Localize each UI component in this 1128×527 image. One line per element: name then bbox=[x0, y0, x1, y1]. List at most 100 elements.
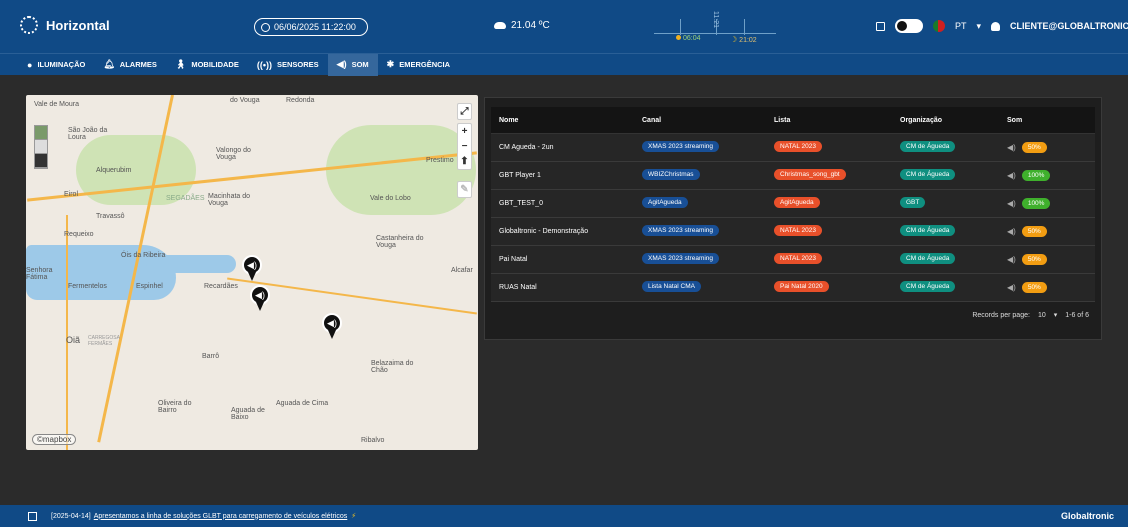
datetime-text: 06/06/2025 11:22:00 bbox=[274, 22, 356, 32]
portugal-flag-icon[interactable] bbox=[933, 20, 945, 32]
chevron-down-icon[interactable]: ▾ bbox=[1054, 311, 1058, 319]
marker-tip bbox=[248, 272, 256, 281]
marker-tip bbox=[328, 330, 336, 339]
map-place-label: Vale de Moura bbox=[34, 101, 80, 108]
chevron-down-icon[interactable]: ▾ bbox=[977, 21, 982, 32]
volume-badge[interactable]: 100% bbox=[1021, 198, 1051, 209]
table-row[interactable]: GBT_TEST_0 AgitAgueda AgitAgueda GBT ◀) 1… bbox=[491, 190, 1095, 218]
tab-iluminacao[interactable]: ● ILUMINAÇÃO bbox=[18, 54, 94, 76]
table-row[interactable]: RUAS Natal Lista Natal CMA Pai Natal 202… bbox=[491, 274, 1095, 302]
current-time-mark: 11:21 bbox=[712, 11, 719, 28]
column-header-organizacao[interactable]: Organização bbox=[900, 117, 1007, 124]
satellite-layer-button[interactable] bbox=[35, 126, 47, 140]
tab-mobilidade[interactable]: 🚶︎ MOBILIDADE bbox=[166, 54, 248, 76]
map-place-label: SEGADÃES bbox=[166, 195, 205, 202]
tab-alarmes[interactable]: 🔔︎ ALARMES bbox=[94, 54, 166, 76]
sunrise-tick bbox=[680, 19, 681, 35]
theme-toggle[interactable] bbox=[895, 19, 923, 33]
brand[interactable]: Horizontal bbox=[20, 16, 110, 34]
tab-label: SOM bbox=[351, 60, 369, 69]
sunrise-time: 06:04 bbox=[676, 35, 701, 42]
dark-layer-button[interactable] bbox=[35, 154, 47, 168]
tab-label: MOBILIDADE bbox=[191, 60, 239, 69]
map-place-label: Óis da Ribeira bbox=[121, 252, 166, 259]
lista-chip: AgitAgueda bbox=[774, 197, 820, 208]
user-menu[interactable]: CLIENTE@GLOBALTRONIC.PT bbox=[1010, 21, 1128, 31]
column-header-nome[interactable]: Nome bbox=[499, 117, 642, 124]
map-place-label: Prestimo bbox=[426, 157, 454, 164]
sunset-label: 21:02 bbox=[739, 37, 757, 44]
tab-sensores[interactable]: ((•)) SENSORES bbox=[248, 54, 328, 76]
volume-badge[interactable]: 50% bbox=[1021, 254, 1047, 265]
speaker-icon[interactable]: ◀) bbox=[1007, 283, 1016, 292]
column-header-lista[interactable]: Lista bbox=[774, 117, 900, 124]
canal-chip: XMAS 2023 streaming bbox=[642, 225, 720, 236]
header-controls: PT ▾ CLIENTE@GLOBALTRONIC.PT bbox=[876, 19, 1128, 33]
road bbox=[66, 215, 68, 450]
asterisk-icon: ✱ bbox=[386, 59, 395, 69]
table-row[interactable]: Globaltronic - Demonstração XMAS 2023 st… bbox=[491, 218, 1095, 246]
top-header: Horizontal 06/06/2025 11:22:00 21.04 ºC … bbox=[0, 0, 1128, 53]
module-nav: ● ILUMINAÇÃO 🔔︎ ALARMES 🚶︎ MOBILIDADE ((•))… bbox=[0, 53, 1128, 76]
map-layer-switcher[interactable] bbox=[34, 125, 48, 169]
speaker-icon[interactable]: ◀) bbox=[1007, 143, 1016, 152]
map-place-label: Castanheira do Vouga bbox=[376, 235, 424, 249]
sun-icon bbox=[676, 35, 681, 40]
lista-chip: NATAL 2023 bbox=[774, 253, 823, 264]
fullscreen-icon[interactable] bbox=[876, 21, 885, 31]
map-place-label: Oliveira do Bairro bbox=[158, 400, 192, 414]
language-select[interactable]: PT bbox=[955, 21, 967, 31]
light-bulb-icon: ● bbox=[27, 59, 33, 70]
zoom-in-button[interactable]: + bbox=[462, 124, 468, 139]
table-row[interactable]: GBT Player 1 WBIZChristmas Christmas_son… bbox=[491, 162, 1095, 190]
table-row[interactable]: Pai Natal XMAS 2023 streaming NATAL 2023… bbox=[491, 246, 1095, 274]
speaker-icon[interactable]: ◀) bbox=[1007, 227, 1016, 236]
speaker-icon[interactable]: ◀) bbox=[1007, 199, 1016, 208]
column-header-canal[interactable]: Canal bbox=[642, 117, 774, 124]
tab-emergencia[interactable]: ✱ EMERGÊNCIA bbox=[378, 54, 459, 76]
map-place-label: Belazaima do Chão bbox=[371, 360, 414, 374]
speaker-icon[interactable]: ◀) bbox=[1007, 255, 1016, 264]
speaker-marker[interactable]: ◀) bbox=[242, 255, 262, 281]
cloud-icon bbox=[494, 22, 506, 29]
table-header: Nome Canal Lista Organização Som bbox=[491, 107, 1095, 134]
map-place-label: Redonda bbox=[286, 97, 315, 104]
speaker-marker[interactable]: ◀) bbox=[250, 285, 270, 311]
map-draw-button[interactable]: ✎ bbox=[457, 181, 472, 198]
map-fullscreen-button[interactable]: ⤢ bbox=[457, 103, 472, 120]
org-chip: CM de Águeda bbox=[900, 225, 956, 236]
sunset-time: ☽ 21:02 bbox=[730, 35, 757, 44]
column-header-som[interactable]: Som bbox=[1007, 117, 1103, 124]
speaker-marker[interactable]: ◀) bbox=[322, 313, 342, 339]
tab-label: ALARMES bbox=[119, 60, 157, 69]
canal-chip: XMAS 2023 streaming bbox=[642, 141, 720, 152]
sunrise-label: 06:04 bbox=[683, 35, 701, 42]
lightning-icon: ⚡︎ bbox=[351, 513, 357, 520]
zoom-out-button[interactable]: − bbox=[462, 139, 468, 154]
map-place-label: Ribalvo bbox=[361, 437, 385, 444]
bell-icon: 🔔︎ bbox=[103, 59, 115, 69]
row-nome: Globaltronic - Demonstração bbox=[499, 228, 589, 235]
map-attribution[interactable]: ©mapbox bbox=[32, 434, 77, 445]
org-chip: CM de Águeda bbox=[900, 253, 956, 264]
records-per-page-select[interactable]: 10 bbox=[1038, 312, 1046, 319]
compass-button[interactable]: ⬆ bbox=[460, 154, 468, 169]
speaker-icon[interactable]: ◀) bbox=[1007, 171, 1016, 180]
map-place-label: Alcafar bbox=[451, 267, 473, 274]
user-icon[interactable] bbox=[991, 21, 1001, 31]
volume-badge[interactable]: 50% bbox=[1021, 142, 1047, 153]
newspaper-icon bbox=[28, 511, 37, 521]
globaltronic-logo: Globaltronic bbox=[1060, 511, 1114, 521]
map-view[interactable]: Vale de Moura do Vouga Redonda São João … bbox=[26, 95, 478, 450]
tab-som[interactable]: ◀) SOM bbox=[327, 53, 378, 76]
volume-badge[interactable]: 50% bbox=[1021, 282, 1047, 293]
volume-badge[interactable]: 50% bbox=[1021, 226, 1047, 237]
sun-logo-icon bbox=[20, 16, 38, 34]
row-nome: Pai Natal bbox=[499, 256, 528, 263]
canal-chip: XMAS 2023 streaming bbox=[642, 253, 720, 264]
streets-layer-button[interactable] bbox=[35, 140, 47, 154]
news-link[interactable]: Apresentamos a linha de soluções GLBT pa… bbox=[94, 513, 348, 520]
marker-tip bbox=[256, 302, 264, 311]
volume-badge[interactable]: 100% bbox=[1021, 170, 1051, 181]
table-row[interactable]: CM Agueda - 2un XMAS 2023 streaming NATA… bbox=[491, 134, 1095, 162]
